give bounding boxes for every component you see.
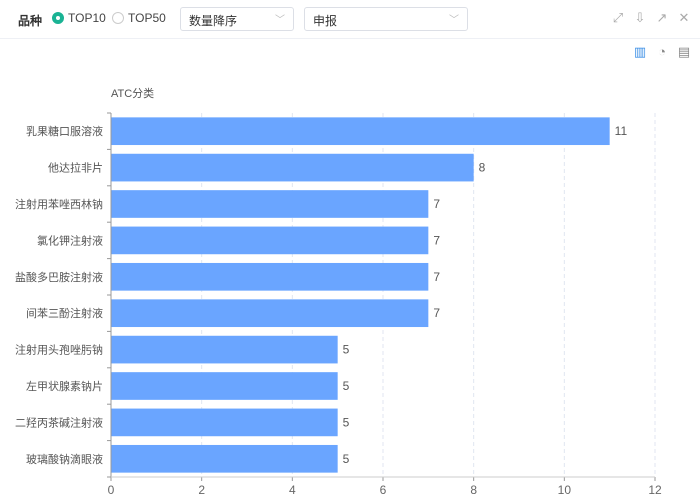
variety-label: 品种: [18, 14, 43, 28]
radio-top10[interactable]: TOP10: [52, 11, 106, 25]
y-axis-title: ATC分类: [111, 86, 154, 100]
bar: [111, 190, 429, 218]
x-tick-label: 6: [380, 483, 387, 497]
type-select[interactable]: 申报 ﹀: [304, 7, 468, 31]
y-category-label: 左甲状腺素钠片: [26, 379, 103, 393]
y-category-label: 乳果糖口服溶液: [26, 124, 103, 138]
radio-label: TOP50: [128, 11, 166, 25]
bar-value-label: 5: [343, 343, 350, 357]
bar: [111, 335, 338, 364]
sort-select[interactable]: 数量降序 ﹀: [180, 7, 294, 31]
bar-value-label: 7: [433, 306, 440, 320]
x-tick-label: 12: [648, 483, 662, 497]
radio-label: TOP10: [68, 11, 106, 25]
toolbar: 品种 TOP10 TOP50 数量降序 ﹀ 申报 ﹀ ⤢ ⇩ ↗ ✕: [0, 0, 700, 39]
bar: [111, 117, 610, 146]
pie-chart-icon[interactable]: ◔: [654, 44, 670, 59]
bar-value-label: 11: [615, 124, 628, 138]
bar-value-label: 8: [479, 161, 486, 175]
bar-value-label: 5: [343, 452, 350, 466]
bar: [111, 408, 338, 437]
bar: [111, 299, 429, 328]
y-category-label: 盐酸多巴胺注射液: [15, 270, 103, 284]
x-tick-label: 4: [289, 483, 296, 497]
bar-value-label: 5: [343, 415, 350, 429]
bar-value-label: 5: [343, 379, 350, 393]
y-category-label: 间苯三酚注射液: [26, 306, 103, 320]
y-category-label: 他达拉非片: [48, 161, 103, 175]
close-icon[interactable]: ✕: [676, 10, 692, 26]
bar-value-label: 7: [433, 270, 440, 284]
sort-select-value: 数量降序: [189, 14, 238, 28]
x-tick-label: 2: [198, 483, 205, 497]
bar-value-label: 7: [433, 233, 440, 247]
bar-chart-icon[interactable]: ▥: [632, 44, 648, 60]
x-tick-label: 10: [558, 483, 572, 497]
download-icon[interactable]: ⇩: [632, 10, 648, 26]
radio-top50[interactable]: TOP50: [112, 11, 166, 25]
chevron-down-icon: ﹀: [449, 15, 459, 26]
table-icon[interactable]: ▤: [676, 44, 692, 60]
y-category-label: 二羟丙茶碱注射液: [15, 415, 103, 429]
expand-icon[interactable]: ⤢: [610, 10, 626, 26]
x-tick-label: 8: [470, 483, 477, 497]
bar-value-label: 7: [433, 197, 440, 211]
y-category-label: 氯化钾注射液: [37, 233, 103, 247]
external-link-icon[interactable]: ↗: [654, 10, 670, 26]
radio-checked-icon: [52, 12, 64, 24]
radio-unchecked-icon: [112, 12, 124, 24]
chevron-down-icon: ﹀: [275, 15, 285, 26]
type-select-value: 申报: [313, 14, 338, 28]
y-category-label: 注射用苯唑西林钠: [15, 197, 103, 211]
x-tick-label: 0: [108, 483, 115, 497]
bar: [111, 262, 429, 291]
bar: [111, 372, 338, 400]
bar: [111, 226, 429, 255]
y-category-label: 注射用头孢唑肟钠: [15, 343, 103, 357]
y-category-label: 玻璃酸钠滴眼液: [26, 452, 103, 466]
bar: [111, 153, 474, 182]
bar-chart: ATC分类 11 8 7 7 7 7 5 5 5 5 0 2 4 6 8 10 12 乳果糖口服溶液他达拉非片注射…: [15, 86, 662, 497]
bar: [111, 444, 338, 473]
